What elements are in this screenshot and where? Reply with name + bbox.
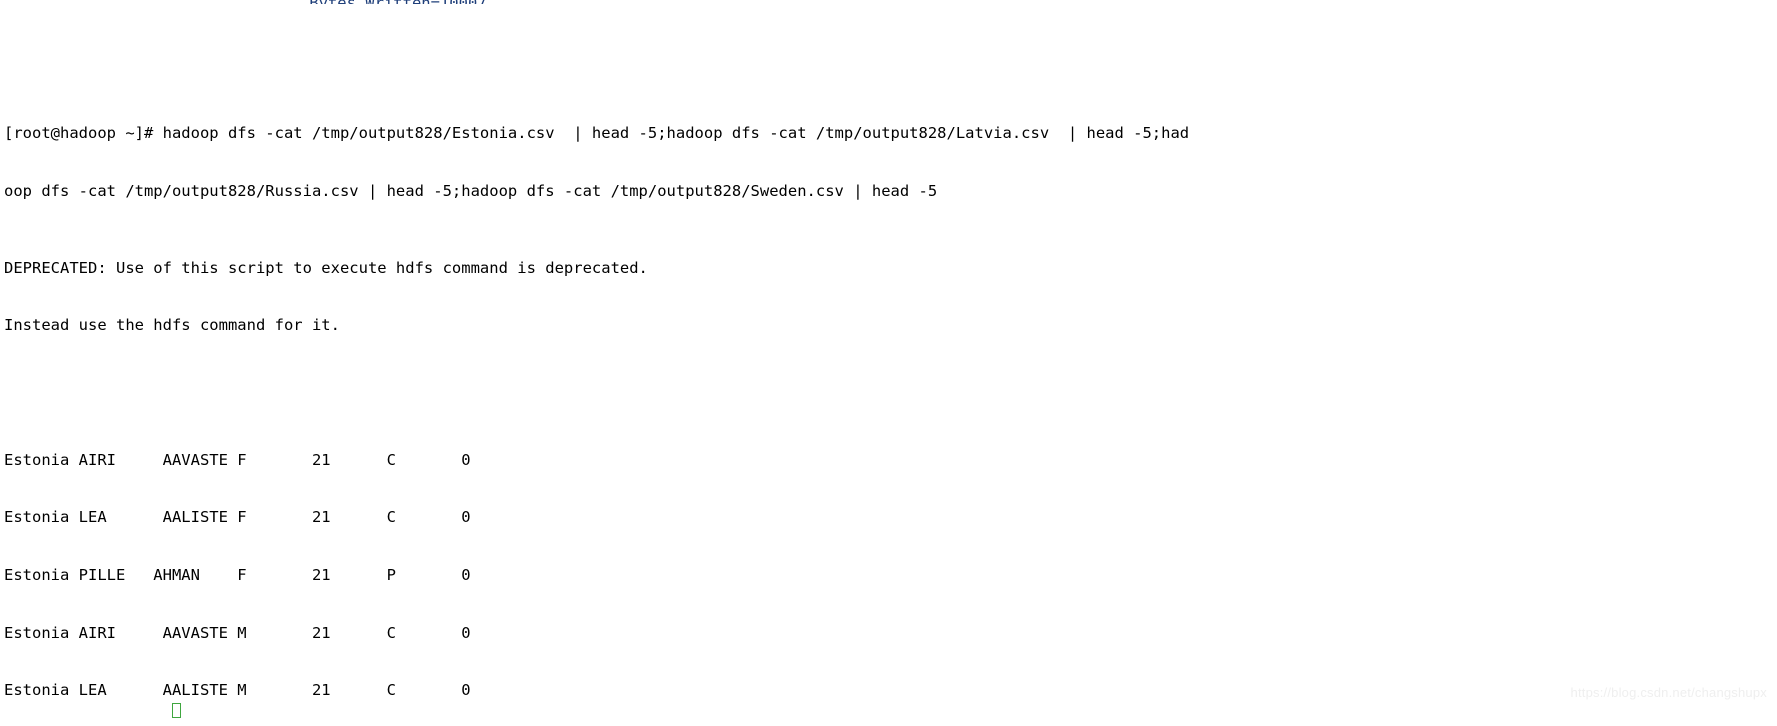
spacer-row — [4, 48, 1189, 67]
deprecated-notice-estonia-1: DEPRECATED: Use of this script to execut… — [4, 258, 648, 277]
command-line-1: [root@hadoop ~]# hadoop dfs -cat /tmp/ou… — [4, 124, 1190, 143]
table-row: Estonia AIRI AAVASTE M 21 C 0 — [4, 623, 471, 642]
table-row: Estonia PILLE AHMAN F 21 P 0 — [4, 565, 471, 584]
terminal-window[interactable]: Bytes Written=10007 [root@hadoop ~]# had… — [0, 0, 1777, 726]
terminal-screen: [root@hadoop ~]# hadoop dfs -cat /tmp/ou… — [4, 0, 1189, 726]
terminal-cursor — [172, 703, 181, 718]
watermark-text: https://blog.csdn.net/changshupx — [1570, 684, 1767, 700]
deprecated-notice-estonia-2: Instead use the hdfs command for it. — [4, 316, 340, 335]
table-row: Estonia AIRI AAVASTE F 21 C 0 — [4, 450, 471, 469]
table-row: Estonia LEA AALISTE F 21 C 0 — [4, 508, 471, 527]
table-row: Estonia LEA AALISTE M 21 C 0 — [4, 681, 471, 700]
command-line-2: oop dfs -cat /tmp/output828/Russia.csv |… — [4, 182, 938, 200]
